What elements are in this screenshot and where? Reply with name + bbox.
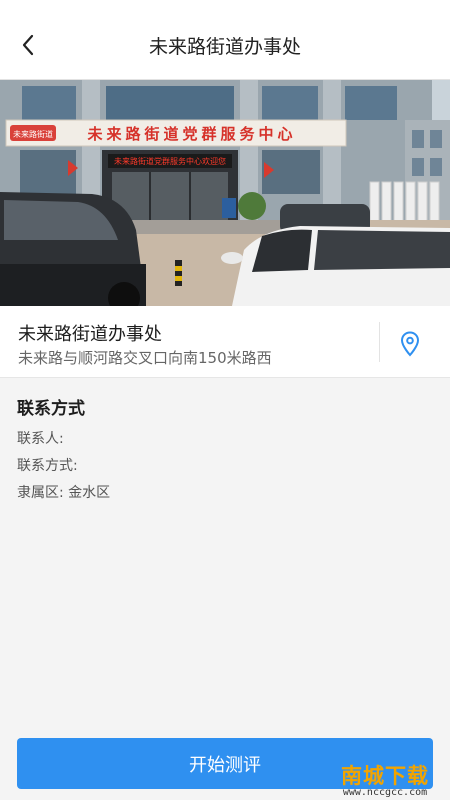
building-sign: 未来路街道党群服务中心 <box>86 125 296 143</box>
contact-method: 联系方式: <box>17 458 78 474</box>
nav-header: 未来路街道办事处 <box>0 0 450 80</box>
led-banner: 未来路街道党群服务中心欢迎您 <box>114 156 226 166</box>
page: 未来路街道办事处 未来路街道 未来路街道党群服务中心 未来路街道党群服务中心欢迎… <box>0 0 450 800</box>
watermark-url: www.nccgcc.com <box>342 787 428 798</box>
divider <box>379 322 380 362</box>
back-button[interactable] <box>12 28 44 62</box>
office-photo: 未来路街道 未来路街道党群服务中心 未来路街道党群服务中心欢迎您 <box>0 80 450 306</box>
location-button[interactable] <box>392 326 428 362</box>
contact-heading: 联系方式 <box>17 399 85 419</box>
page-title: 未来路街道办事处 <box>148 36 301 58</box>
map-pin-icon <box>400 331 420 357</box>
watermark: 南城下载 www.nccgcc.com <box>324 760 446 800</box>
sign-logo: 未来路街道 <box>13 129 53 139</box>
district: 隶属区: 金水区 <box>17 485 111 501</box>
chevron-left-icon <box>22 34 34 56</box>
contact-section: 联系方式 联系人: 联系方式: 隶属区: 金水区 <box>0 390 450 510</box>
watermark-title: 南城下载 <box>341 764 429 788</box>
contact-person: 联系人: <box>17 431 64 447</box>
office-info-card: 未来路街道办事处 未来路与顺河路交叉口向南150米路西 <box>0 306 450 378</box>
office-name: 未来路街道办事处 <box>18 324 162 345</box>
office-address: 未来路与顺河路交叉口向南150米路西 <box>18 349 272 367</box>
